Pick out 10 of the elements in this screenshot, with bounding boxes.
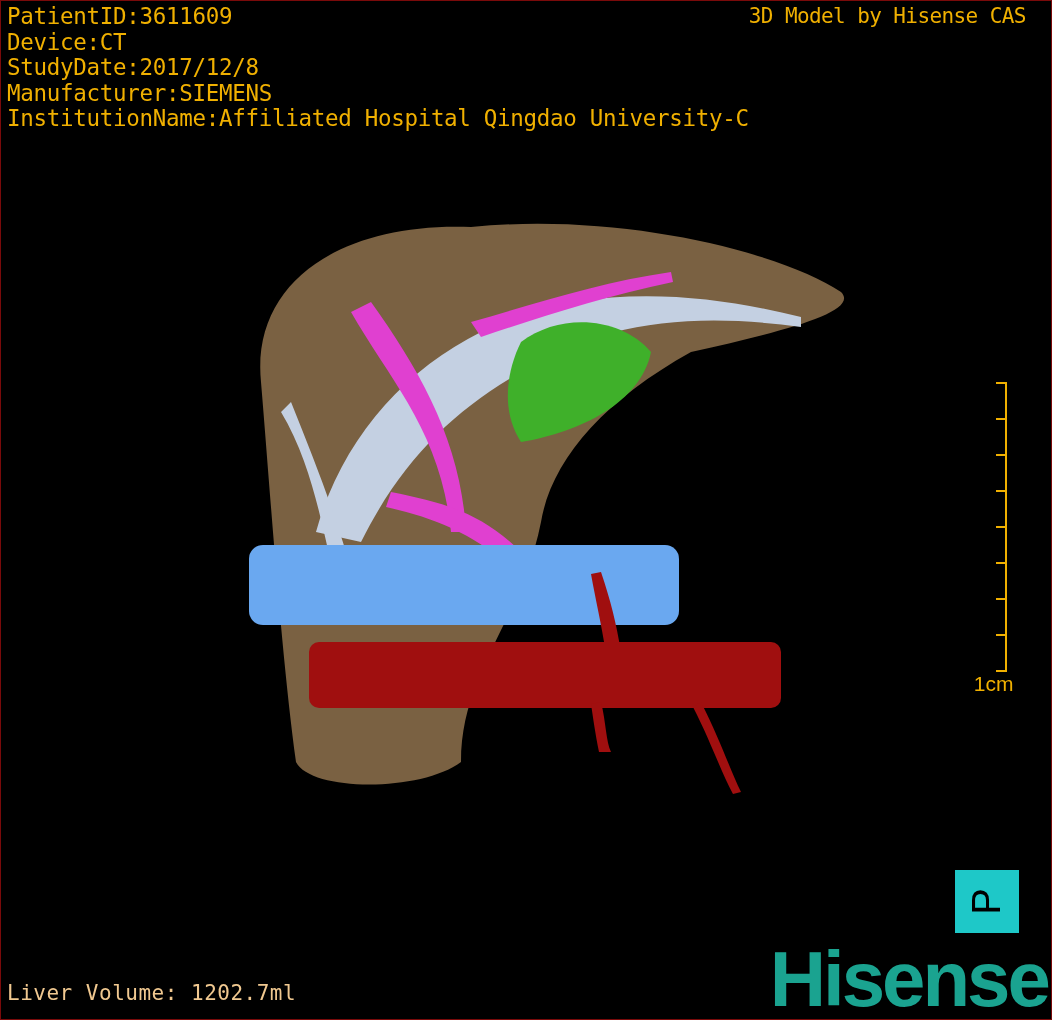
patient-info-line: Device:CT	[7, 29, 128, 55]
liver-volume: Liver Volume: 1202.7ml	[7, 981, 297, 1005]
viewer-title: 3D Model by Hisense CAS	[748, 4, 1026, 30]
logo: Hisense	[769, 939, 1048, 1019]
patient-info-line: Manufacturer:SIEMENS	[7, 80, 273, 106]
patient-info-line: InstitutionName:Affiliated Hospital Qingdao University-C	[7, 106, 749, 132]
patient-info-line: StudyDate:2017/12/8	[7, 55, 260, 81]
scale-label: 1cm	[973, 671, 1014, 696]
orientation-marker: P	[954, 869, 1019, 933]
patient-info-line: PatientID:3611609	[7, 4, 234, 30]
